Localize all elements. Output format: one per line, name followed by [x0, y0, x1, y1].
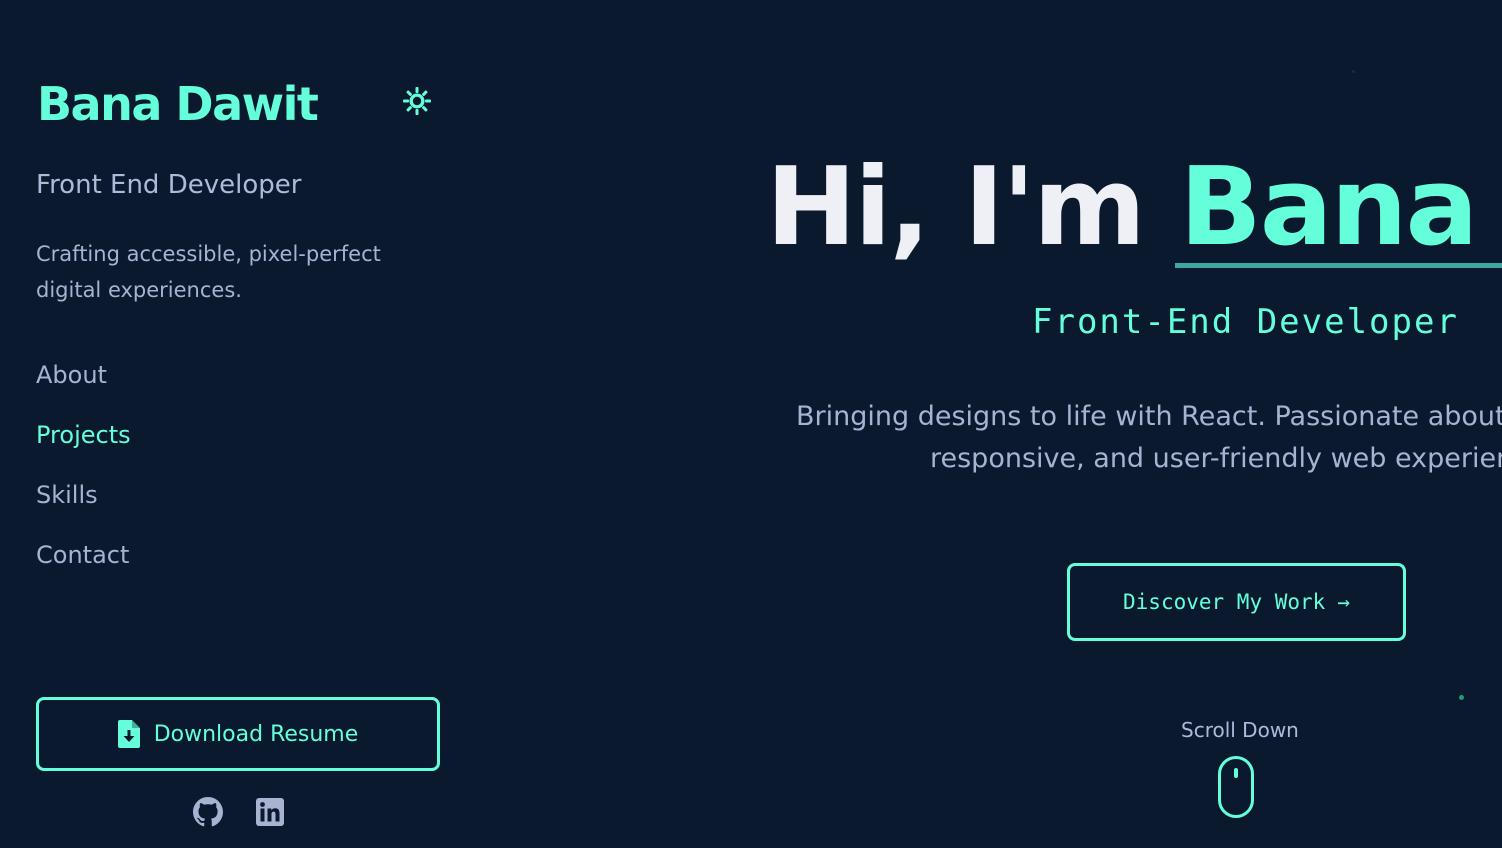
- mouse-scroll-icon[interactable]: [1218, 756, 1254, 818]
- hero-name: Bana Da: [1179, 145, 1502, 270]
- hero-description-line-2: responsive, and user-friendly web experi…: [930, 443, 1502, 474]
- file-download-icon: [117, 720, 140, 748]
- hero-description: Bringing designs to life with React. Pas…: [796, 396, 1502, 480]
- discover-work-label: Discover My Work: [1123, 590, 1326, 614]
- hero-greeting: Hi, I'm: [766, 145, 1146, 270]
- decorative-dot: [1459, 695, 1464, 700]
- hero-title: Hi, I'm Bana Da: [766, 148, 1502, 268]
- arrow-right-icon: →: [1337, 590, 1350, 614]
- brand-last-name: Dawit: [175, 77, 318, 131]
- scroll-down-label: Scroll Down: [1181, 718, 1299, 742]
- theme-toggle-button[interactable]: [400, 84, 434, 118]
- linkedin-icon: [256, 798, 284, 826]
- social-links: [192, 796, 286, 828]
- download-resume-button[interactable]: Download Resume: [36, 697, 440, 771]
- mouse-wheel: [1234, 768, 1238, 778]
- nav-item-contact[interactable]: Contact: [36, 535, 131, 595]
- discover-work-button[interactable]: Discover My Work →: [1067, 563, 1406, 641]
- sidebar: Bana Dawit Front End Developer Crafting …: [0, 0, 480, 848]
- sidebar-tagline: Crafting accessible, pixel-perfect digit…: [36, 236, 436, 308]
- linkedin-link[interactable]: [254, 796, 286, 828]
- nav-item-projects[interactable]: Projects: [36, 415, 131, 475]
- page: Bana Dawit Front End Developer Crafting …: [0, 0, 1502, 848]
- brand-first-name: Bana: [37, 77, 162, 131]
- hero-role: Front-End Developer: [1032, 302, 1459, 342]
- tagline-line-2: digital experiences.: [36, 278, 242, 302]
- nav-item-about[interactable]: About: [36, 355, 131, 415]
- sidebar-role: Front End Developer: [36, 170, 302, 200]
- decorative-dot: [1352, 70, 1355, 73]
- brand-name[interactable]: Bana Dawit: [37, 74, 319, 134]
- sun-icon: [403, 87, 431, 115]
- nav-item-skills[interactable]: Skills: [36, 475, 131, 535]
- hero-description-line-1: Bringing designs to life with React. Pas…: [796, 401, 1502, 432]
- github-link[interactable]: [192, 796, 224, 828]
- tagline-line-1: Crafting accessible, pixel-perfect: [36, 242, 381, 266]
- sidebar-nav: About Projects Skills Contact: [36, 355, 131, 595]
- github-icon: [193, 797, 223, 827]
- download-resume-label: Download Resume: [153, 721, 359, 747]
